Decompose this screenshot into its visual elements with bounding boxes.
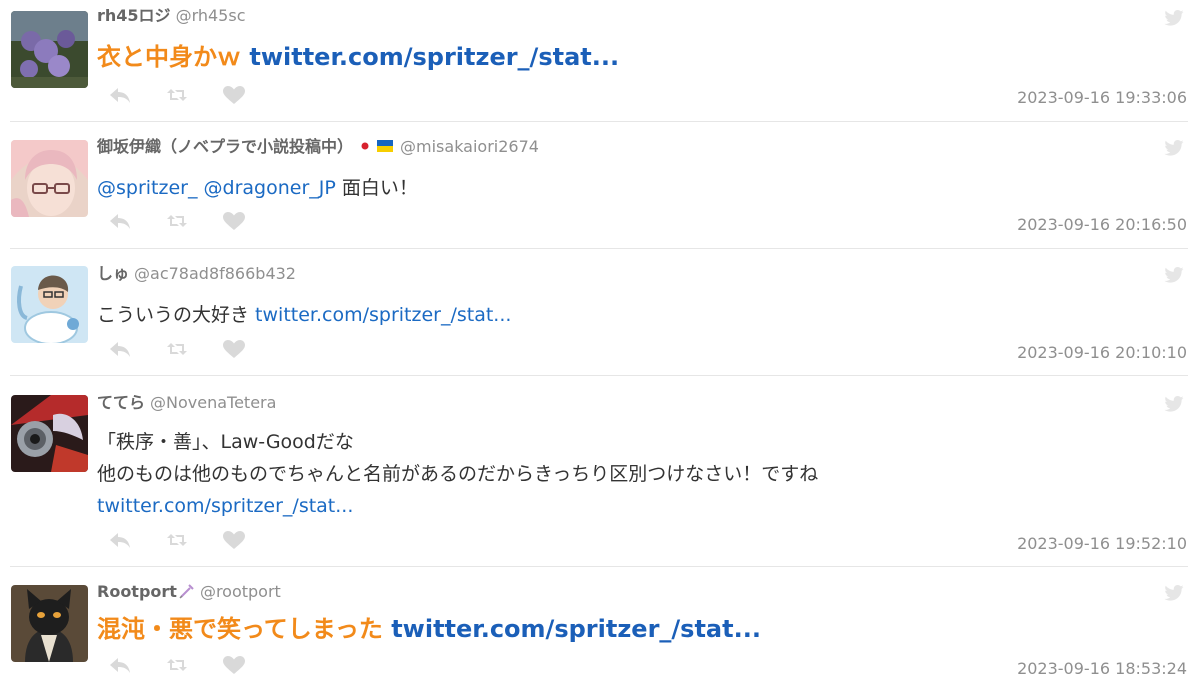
retweet-icon[interactable] [165,211,189,235]
tweet-text-content: 混沌・悪で笑ってしまった [97,615,383,643]
tweet-header: ててら @NovenaTetera [97,393,276,413]
tweet-timestamp[interactable]: 2023-09-16 18:53:24 [1017,659,1187,678]
heart-icon[interactable] [222,530,246,554]
user-handle[interactable]: @ac78ad8f866b432 [134,264,296,283]
avatar[interactable] [11,140,88,217]
twitter-bird-icon[interactable] [1164,140,1184,156]
tweet-timestamp[interactable]: 2023-09-16 19:52:10 [1017,534,1187,553]
tweet-link[interactable]: twitter.com/spritzer_/stat... [391,615,761,643]
tweet-header: 御坂伊織（ノベプラで小説投稿中） @misakaiori2674 [97,137,539,159]
user-handle[interactable]: @rh45sc [176,6,246,25]
tweet-timestamp[interactable]: 2023-09-16 20:16:50 [1017,215,1187,234]
avatar[interactable] [11,395,88,472]
tweet-card: Rootport @rootport 混沌・悪で笑ってしまった twitter.… [0,567,1200,691]
tweet-text: 混沌・悪で笑ってしまった twitter.com/spritzer_/stat.… [97,612,1177,646]
tweet-timestamp[interactable]: 2023-09-16 20:10:10 [1017,343,1187,362]
tweet-timestamp[interactable]: 2023-09-16 19:33:06 [1017,88,1187,107]
tweet-card: 御坂伊織（ノベプラで小説投稿中） @misakaiori2674 @spritz… [0,122,1200,248]
flag-emojis [357,139,395,159]
tweet-link[interactable]: twitter.com/spritzer_/stat... [97,490,1177,522]
twitter-bird-icon[interactable] [1164,10,1184,26]
heart-icon[interactable] [222,85,246,109]
display-name[interactable]: しゅ [97,264,129,283]
tweet-card: ててら @NovenaTetera 「秩序・善」、Law-Goodだな 他のものは… [0,376,1200,566]
syringe-emoji [179,583,195,604]
tweet-text: 「秩序・善」、Law-Goodだな 他のものは他のものでちゃんと名前があるのだか… [97,426,1177,522]
tweet-link[interactable]: twitter.com/spritzer_/stat... [255,304,511,326]
tweet-header: rh45ロジ @rh45sc [97,6,246,26]
heart-icon[interactable] [222,339,246,363]
heart-icon[interactable] [222,211,246,235]
user-handle[interactable]: @rootport [200,582,281,601]
user-handle[interactable]: @NovenaTetera [150,393,276,412]
twitter-bird-icon[interactable] [1164,585,1184,601]
reply-icon[interactable] [108,530,132,554]
reply-icon[interactable] [108,85,132,109]
tweet-text-content: 衣と中身かｗ [97,43,241,71]
retweet-icon[interactable] [165,339,189,363]
tweet-text-content: こういうの大好き [97,304,256,326]
user-handle[interactable]: @misakaiori2674 [400,137,539,156]
twitter-bird-icon[interactable] [1164,267,1184,283]
avatar[interactable] [11,11,88,88]
avatar[interactable] [11,266,88,343]
tweet-card: rh45ロジ @rh45sc 衣と中身かｗ twitter.com/spritze… [0,0,1200,121]
tweet-header: しゅ @ac78ad8f866b432 [97,264,296,284]
display-name[interactable]: ててら [97,393,145,412]
tweet-mentions[interactable]: @spritzer_ @dragoner_JP [97,177,336,199]
heart-icon[interactable] [222,655,246,679]
twitter-bird-icon[interactable] [1164,396,1184,412]
tweet-text: @spritzer_ @dragoner_JP 面白い！ [97,172,1177,204]
retweet-icon[interactable] [165,85,189,109]
tweet-text: 衣と中身かｗ twitter.com/spritzer_/stat... [97,40,1177,74]
retweet-icon[interactable] [165,655,189,679]
display-name[interactable]: rh45ロジ [97,6,171,25]
avatar[interactable] [11,585,88,662]
tweet-text-line: 「秩序・善」、Law-Goodだな [97,431,354,453]
tweet-feed: rh45ロジ @rh45sc 衣と中身かｗ twitter.com/spritze… [0,0,1200,691]
tweet-text-content: 面白い！ [335,177,418,199]
tweet-text-line: 他のものは他のものでちゃんと名前があるのだからきっちり区別つけなさい！ですね [97,463,819,485]
tweet-card: しゅ @ac78ad8f866b432 こういうの大好き twitter.com/… [0,249,1200,375]
display-name[interactable]: Rootport [97,582,177,601]
tweet-header: Rootport @rootport [97,582,281,604]
reply-icon[interactable] [108,339,132,363]
tweet-text: こういうの大好き twitter.com/spritzer_/stat... [97,299,1177,331]
tweet-link[interactable]: twitter.com/spritzer_/stat... [249,43,619,71]
reply-icon[interactable] [108,655,132,679]
reply-icon[interactable] [108,211,132,235]
retweet-icon[interactable] [165,530,189,554]
display-name[interactable]: 御坂伊織（ノベプラで小説投稿中） [97,137,353,156]
